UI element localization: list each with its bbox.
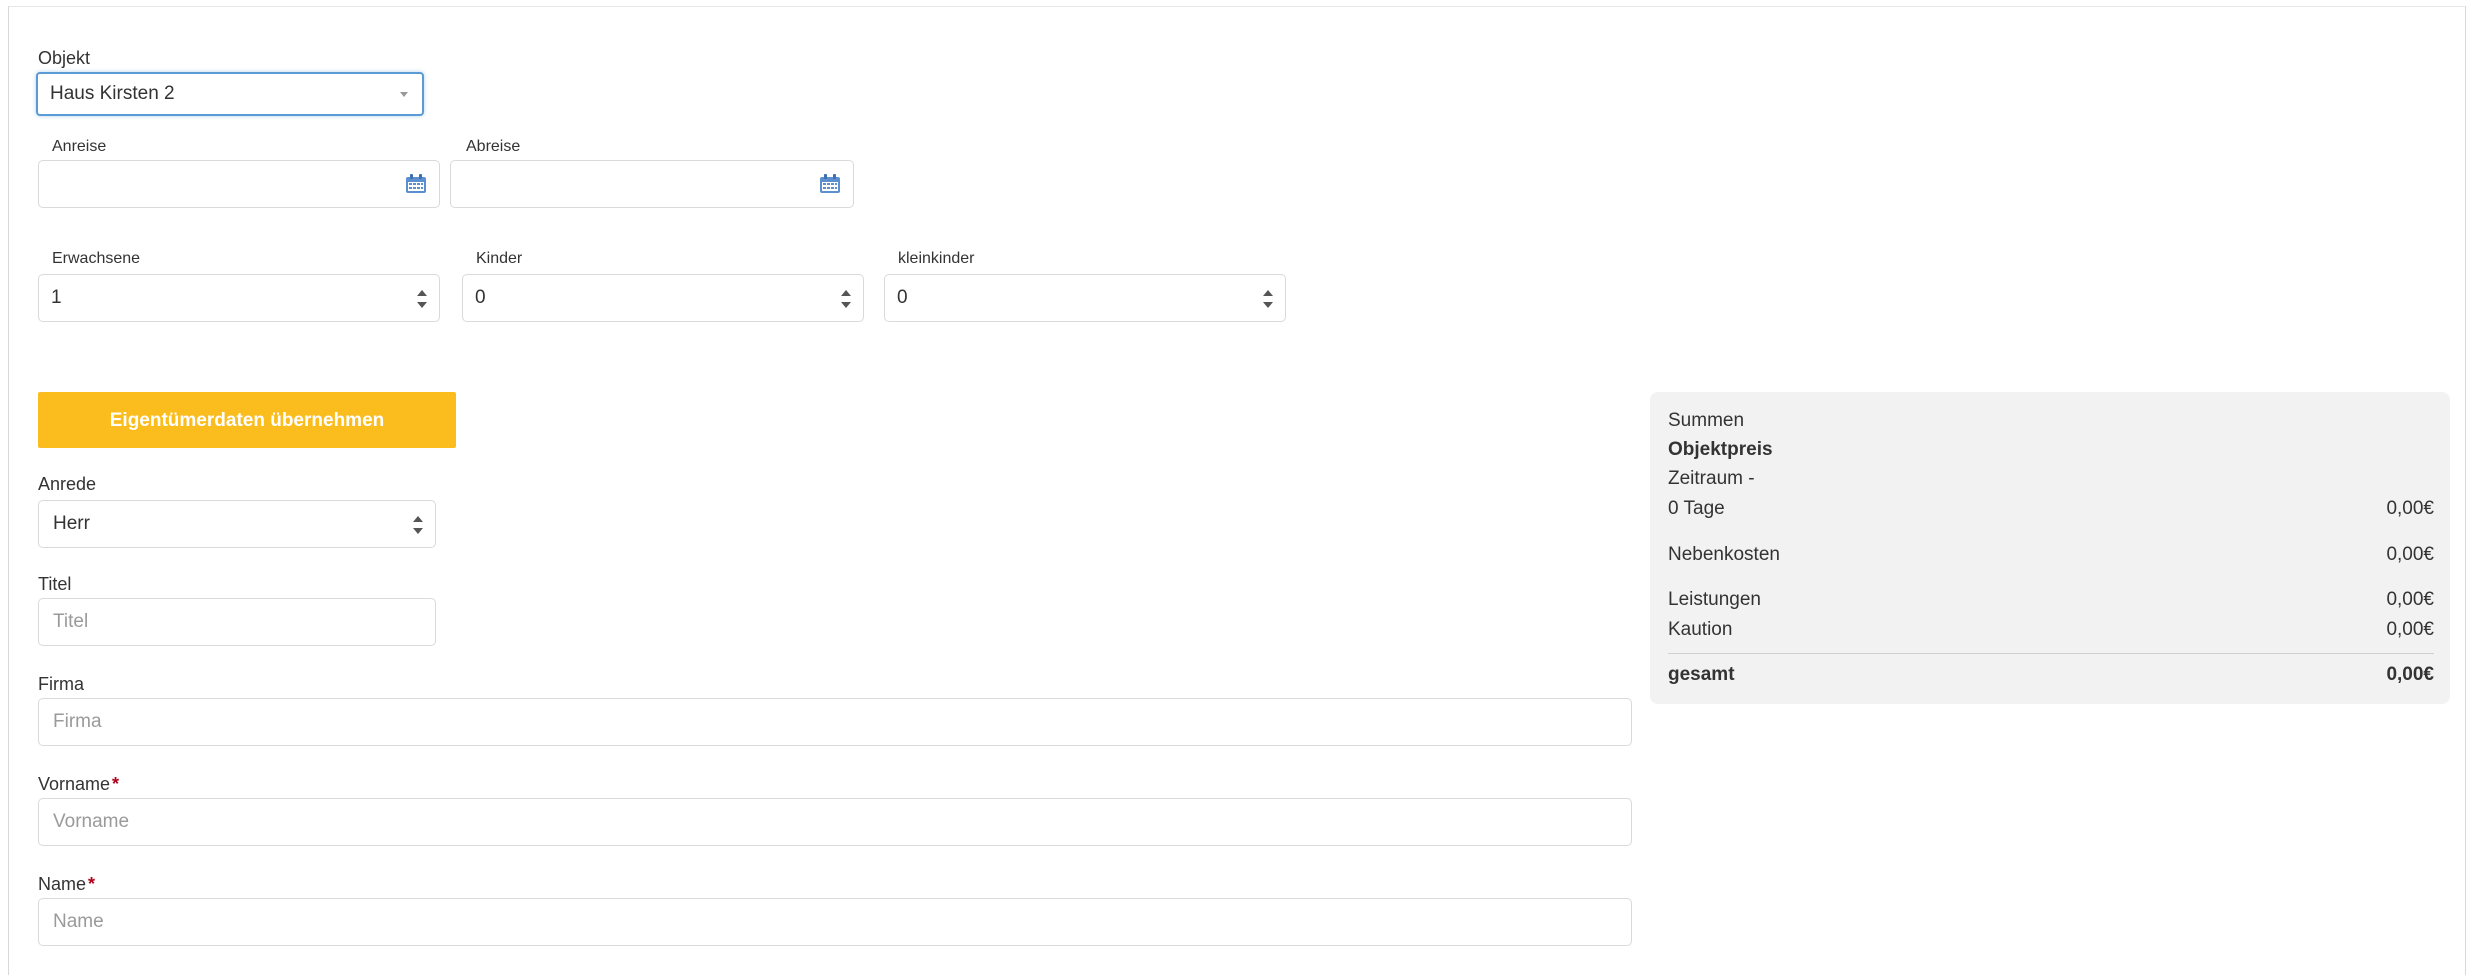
kinder-label: Kinder [476, 250, 523, 267]
vorname-input[interactable]: Vorname [38, 798, 1632, 846]
anreise-label: Anreise [52, 138, 107, 155]
summary-objektpreis: Objektpreis [1668, 439, 1773, 460]
erwachsene-select[interactable]: 1 [38, 274, 440, 322]
summary-zeitraum: Zeitraum - [1668, 468, 1755, 489]
erwachsene-value: 1 [51, 287, 62, 308]
firma-placeholder: Firma [53, 711, 102, 732]
erwachsene-label: Erwachsene [52, 250, 141, 267]
sort-arrows-icon [417, 290, 427, 308]
anrede-label: Anrede [38, 474, 97, 494]
anrede-value: Herr [53, 513, 90, 534]
abreise-label: Abreise [466, 138, 521, 155]
vorname-label: Vorname * [38, 774, 120, 794]
summary-leistungen-row: Leistungen 0,00€ [1668, 589, 2434, 610]
name-placeholder: Name [53, 911, 104, 932]
firma-label: Firma [38, 674, 84, 694]
titel-input[interactable]: Titel [38, 598, 436, 646]
chevron-down-icon [400, 92, 408, 97]
nebenkosten-amount: 0,00€ [2386, 544, 2434, 565]
calendar-icon[interactable] [405, 174, 427, 194]
kinder-select[interactable]: 0 [462, 274, 864, 322]
kinder-value: 0 [475, 287, 486, 308]
summary-panel: Summen Objektpreis Zeitraum - 0 Tage 0,00… [1650, 392, 2450, 704]
kaution-amount: 0,00€ [2386, 619, 2434, 640]
name-input[interactable]: Name [38, 898, 1632, 946]
sort-arrows-icon [1263, 290, 1273, 308]
leistungen-amount: 0,00€ [2386, 589, 2434, 610]
anrede-select[interactable]: Herr [38, 500, 436, 548]
summary-gesamt-row: gesamt 0,00€ [1668, 664, 2434, 685]
summary-kaution-row: Kaution 0,00€ [1668, 619, 2434, 640]
kleinkinder-value: 0 [897, 287, 908, 308]
summary-tage-row: 0 Tage 0,00€ [1668, 498, 2434, 519]
required-mark: * [112, 774, 120, 794]
summary-title: Summen [1668, 410, 1745, 431]
titel-label: Titel [38, 574, 72, 594]
calendar-icon[interactable] [819, 174, 841, 194]
summary-divider [1668, 653, 2434, 654]
objekt-select[interactable]: Haus Kirsten 2 [36, 72, 424, 116]
objekt-value: Haus Kirsten 2 [50, 83, 175, 104]
sort-arrows-icon [413, 516, 423, 534]
abreise-field[interactable] [450, 160, 854, 208]
gesamt-amount: 0,00€ [2386, 664, 2434, 685]
tage-amount: 0,00€ [2386, 498, 2434, 519]
take-owner-data-button[interactable]: Eigentümerdaten übernehmen [38, 392, 456, 448]
required-mark: * [88, 874, 96, 894]
anreise-field[interactable] [38, 160, 440, 208]
kleinkinder-label: kleinkinder [898, 250, 975, 267]
summary-nebenkosten-row: Nebenkosten 0,00€ [1668, 544, 2434, 565]
vorname-placeholder: Vorname [53, 811, 130, 832]
titel-placeholder: Titel [53, 611, 89, 632]
kleinkinder-select[interactable]: 0 [884, 274, 1286, 322]
objekt-label: Objekt [38, 48, 91, 68]
sort-arrows-icon [841, 290, 851, 308]
name-label: Name * [38, 874, 96, 894]
firma-input[interactable]: Firma [38, 698, 1632, 746]
